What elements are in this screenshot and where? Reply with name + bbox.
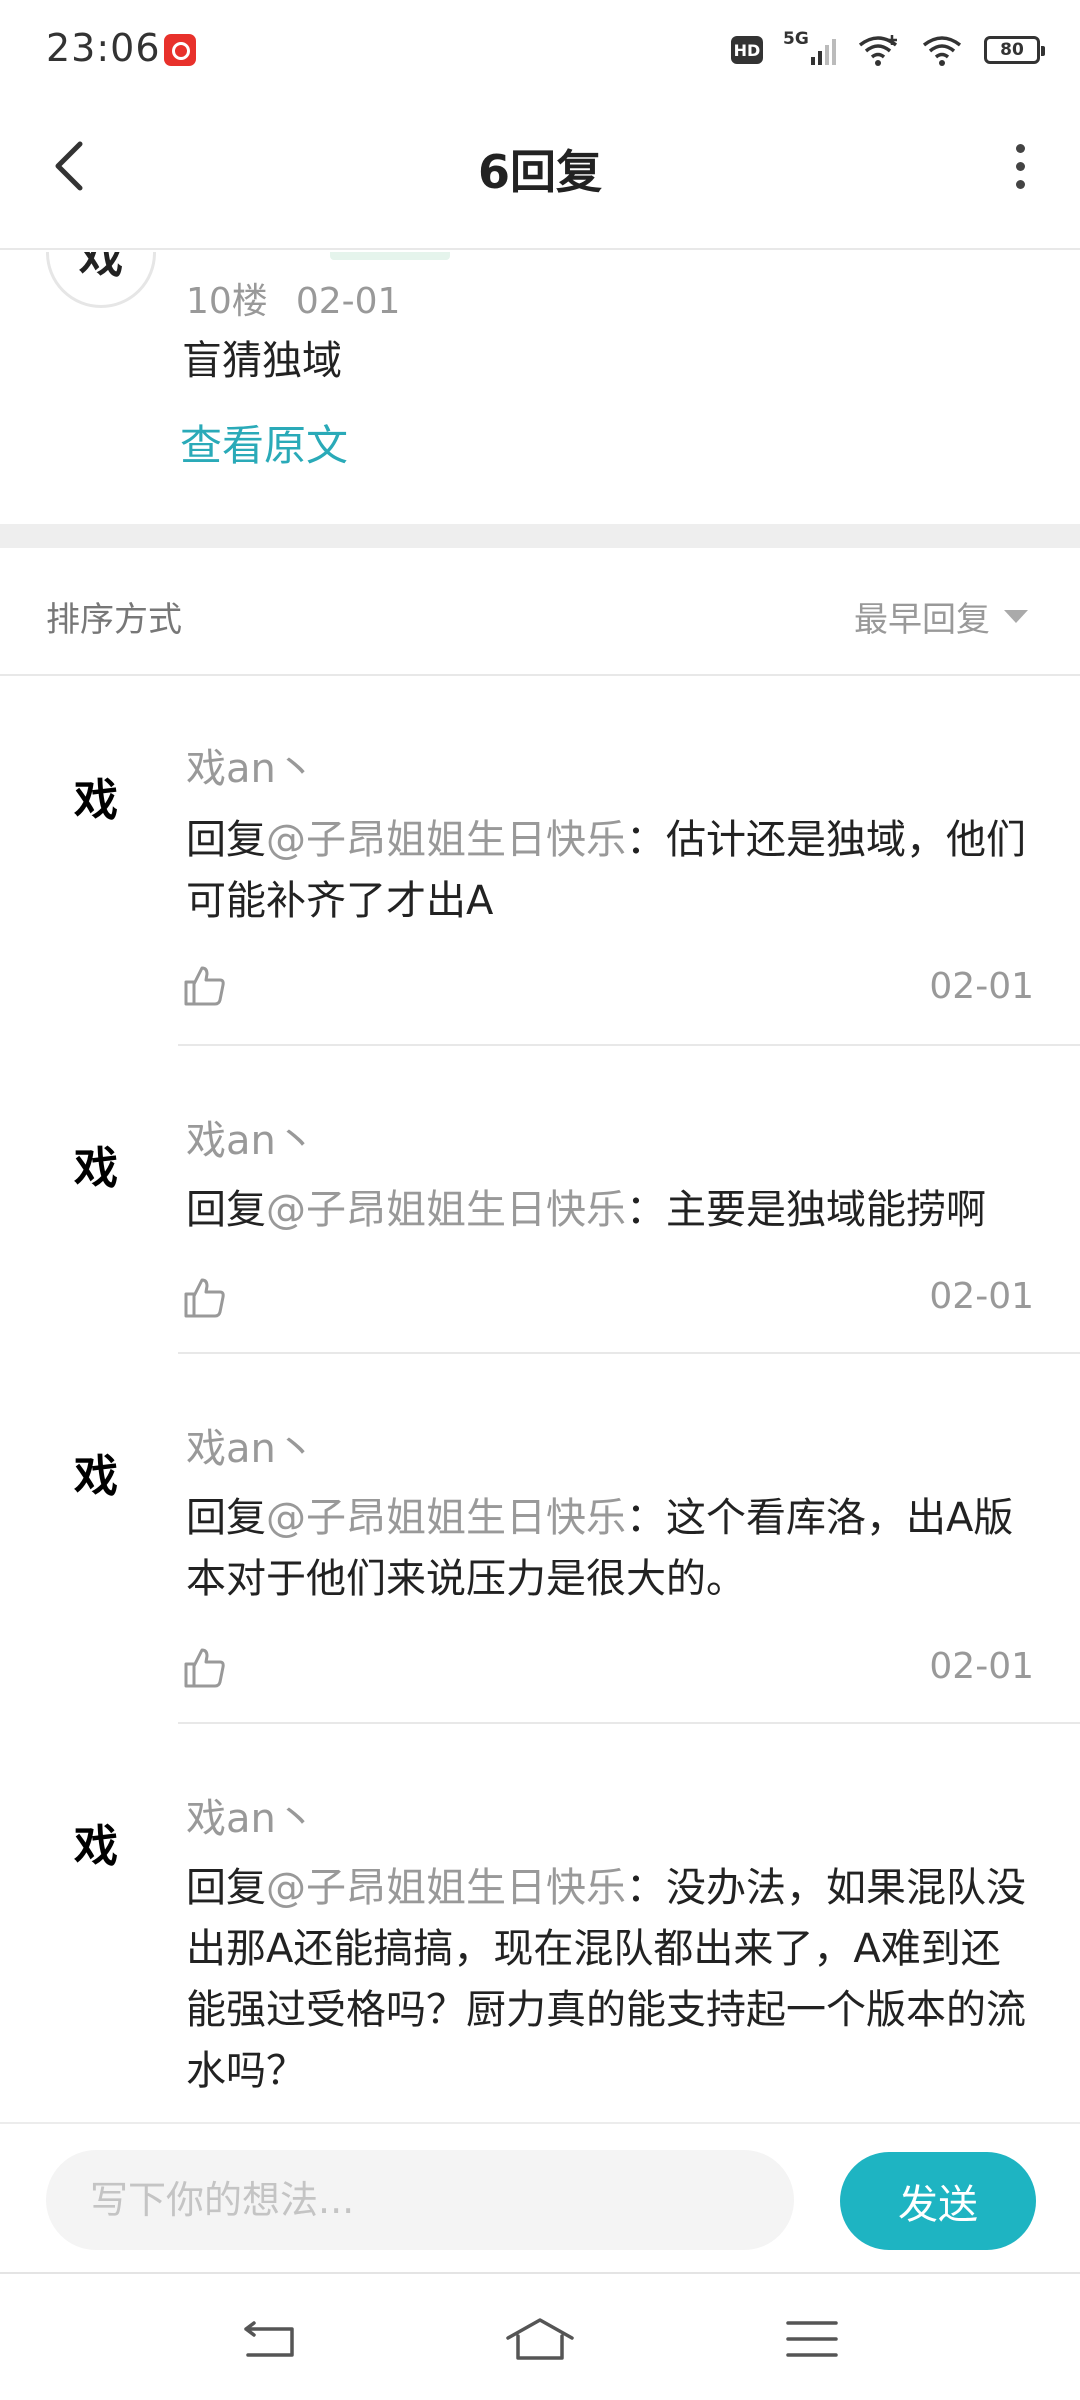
network-type-label: 5G bbox=[783, 29, 809, 49]
sort-label: 排序方式 bbox=[46, 600, 182, 640]
page-title: 6回复 bbox=[477, 145, 602, 199]
comment-input[interactable] bbox=[46, 2150, 794, 2250]
status-icons: HD 5G 80 bbox=[731, 29, 1045, 70]
original-post: 戏 10楼 02-01 盲猜独域 查看原文 bbox=[0, 252, 1080, 524]
status-bar: 23:06 HD 5G 80 bbox=[0, 0, 1080, 100]
reply-item: 戏 戏an丶 回复@子昂姐姐生日快乐：估计还是独域，他们可能补齐了才出A 02-… bbox=[0, 676, 1080, 1046]
top-app-bar: 6回复 bbox=[0, 100, 1080, 250]
mention-link[interactable]: @子昂姐姐生日快乐 bbox=[266, 1865, 626, 1911]
avatar[interactable]: 戏 bbox=[58, 1434, 134, 1510]
mention-link[interactable]: @子昂姐姐生日快乐 bbox=[266, 1495, 626, 1541]
post-meta: 10楼 02-01 bbox=[186, 272, 400, 324]
system-nav-bar bbox=[0, 2272, 1080, 2400]
sort-value: 最早回复 bbox=[854, 600, 990, 640]
sort-bar: 排序方式 最早回复 bbox=[0, 548, 1080, 676]
comment-bar: 发送 bbox=[0, 2122, 1080, 2272]
reply-prefix: 回复 bbox=[186, 1865, 266, 1911]
wifi-plus-icon bbox=[856, 33, 900, 67]
sort-dropdown[interactable]: 最早回复 bbox=[854, 592, 1028, 641]
caret-down-icon bbox=[1004, 610, 1028, 623]
reply-date: 02-01 bbox=[929, 966, 1034, 1007]
music-app-icon bbox=[164, 34, 196, 66]
floor-number: 10楼 bbox=[186, 281, 268, 322]
more-vertical-icon[interactable] bbox=[990, 136, 1050, 196]
reply-author[interactable]: 戏an丶 bbox=[186, 1416, 316, 1474]
reply-prefix: 回复 bbox=[186, 1495, 266, 1541]
reply-author[interactable]: 戏an丶 bbox=[186, 1786, 316, 1844]
mention-link[interactable]: @子昂姐姐生日快乐 bbox=[266, 817, 626, 863]
thumbs-up-icon[interactable] bbox=[180, 1274, 228, 1322]
reply-author[interactable]: 戏an丶 bbox=[186, 1108, 316, 1166]
reply-date: 02-01 bbox=[929, 1646, 1034, 1687]
thumbs-up-icon[interactable] bbox=[180, 1644, 228, 1692]
user-badge bbox=[330, 252, 450, 260]
section-divider bbox=[0, 524, 1080, 548]
reply-item: 戏 戏an丶 回复@子昂姐姐生日快乐：这个看库洛，出A版本对于他们来说压力是很大… bbox=[0, 1354, 1080, 1724]
post-date: 02-01 bbox=[295, 281, 401, 322]
reply-content: 回复@子昂姐姐生日快乐：主要是独域能捞啊 bbox=[186, 1180, 1036, 1241]
reply-prefix: 回复 bbox=[186, 1187, 266, 1233]
reply-prefix: 回复 bbox=[186, 817, 266, 863]
avatar[interactable]: 戏 bbox=[58, 1804, 134, 1880]
signal-5g-icon: 5G bbox=[783, 29, 836, 65]
nav-home-icon[interactable] bbox=[500, 2304, 580, 2374]
reply-content: 回复@子昂姐姐生日快乐：这个看库洛，出A版本对于他们来说压力是很大的。 bbox=[186, 1488, 1036, 1610]
reply-item: 戏 戏an丶 回复@子昂姐姐生日快乐：主要是独域能捞啊 02-01 bbox=[0, 1046, 1080, 1354]
reply-author[interactable]: 戏an丶 bbox=[186, 736, 316, 794]
nav-menu-icon[interactable] bbox=[772, 2304, 852, 2374]
reply-content: 回复@子昂姐姐生日快乐：没办法，如果混队没出那A还能搞搞，现在混队都出来了，A难… bbox=[186, 1858, 1036, 2102]
mention-link[interactable]: @子昂姐姐生日快乐 bbox=[266, 1187, 626, 1233]
battery-icon: 80 bbox=[984, 36, 1045, 64]
post-content: 盲猜独域 bbox=[182, 338, 342, 384]
reply-date: 02-01 bbox=[929, 1276, 1034, 1317]
hd-icon: HD bbox=[731, 36, 763, 64]
wifi-icon bbox=[920, 33, 964, 67]
status-time: 23:06 bbox=[46, 26, 161, 70]
avatar[interactable]: 戏 bbox=[58, 1126, 134, 1202]
view-original-link[interactable]: 查看原文 bbox=[180, 412, 348, 473]
avatar[interactable]: 戏 bbox=[58, 758, 134, 834]
nav-back-icon[interactable] bbox=[230, 2304, 310, 2374]
thumbs-up-icon[interactable] bbox=[180, 962, 228, 1010]
reply-text: ：主要是独域能捞啊 bbox=[626, 1187, 986, 1233]
reply-content: 回复@子昂姐姐生日快乐：估计还是独域，他们可能补齐了才出A bbox=[186, 810, 1036, 932]
avatar[interactable]: 戏 bbox=[46, 252, 156, 308]
send-button[interactable]: 发送 bbox=[840, 2152, 1036, 2250]
reply-item: 戏 戏an丶 回复@子昂姐姐生日快乐：没办法，如果混队没出那A还能搞搞，现在混队… bbox=[0, 1724, 1080, 2122]
